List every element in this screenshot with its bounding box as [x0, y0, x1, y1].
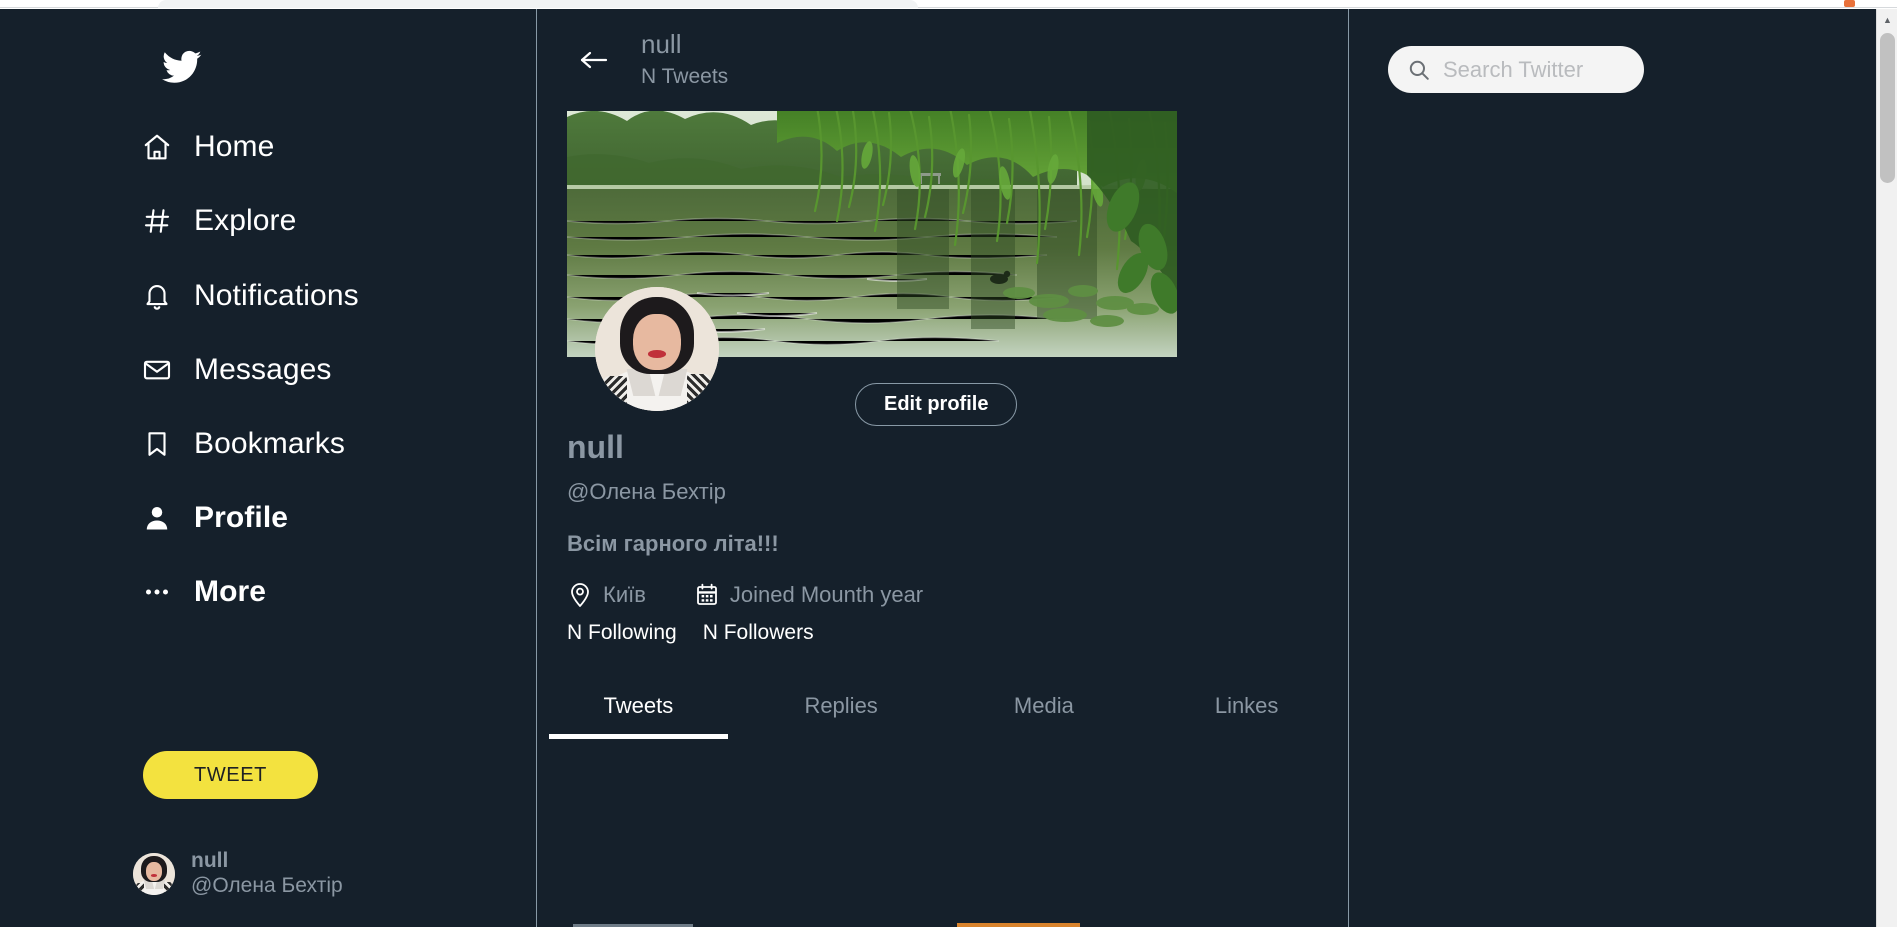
- sidebar-item-label: Messages: [194, 353, 332, 386]
- profile-joined-date: Joined Mounth year: [729, 582, 924, 607]
- scroll-up-arrow-icon[interactable]: ▲: [1877, 9, 1897, 30]
- location-pin-icon: [567, 581, 593, 609]
- account-switcher[interactable]: null @Олена Бехтір: [133, 849, 343, 899]
- browser-chrome-strip: [0, 0, 1897, 8]
- twitter-bird-icon[interactable]: [162, 47, 202, 87]
- sidebar-item-label: Home: [194, 130, 275, 163]
- following-count[interactable]: N Following: [567, 621, 677, 645]
- profile-bio: Всім гарного літа!!!: [567, 531, 779, 556]
- account-handle: @Олена Бехтір: [191, 873, 343, 897]
- sidebar-item-profile[interactable]: Profile: [140, 496, 288, 540]
- arrow-left-icon[interactable]: [579, 47, 609, 73]
- sidebar-item-explore[interactable]: Explore: [140, 199, 296, 243]
- search-icon: [1408, 59, 1430, 81]
- profile-location: Київ: [603, 582, 646, 607]
- account-name: null: [191, 849, 229, 872]
- edit-profile-button[interactable]: Edit profile: [855, 383, 1018, 426]
- sidebar-item-label: More: [194, 575, 267, 608]
- envelope-icon: [140, 353, 174, 387]
- home-icon: [140, 130, 174, 164]
- search-bar[interactable]: [1388, 46, 1644, 93]
- tab-media[interactable]: Media: [943, 681, 1146, 739]
- sidebar-item-messages[interactable]: Messages: [140, 348, 332, 392]
- tab-replies[interactable]: Replies: [740, 681, 943, 739]
- search-input[interactable]: [1443, 56, 1624, 83]
- twitter-app: Home Explore Notifications Messages Book…: [0, 9, 1876, 927]
- sidebar-item-bookmarks[interactable]: Bookmarks: [140, 422, 345, 466]
- ellipsis-icon: [140, 575, 174, 609]
- scrollbar-thumb[interactable]: [1880, 33, 1895, 183]
- below-fold-orange-strip: [957, 923, 1080, 927]
- browser-tab[interactable]: [158, 0, 918, 8]
- sidebar-item-label: Notifications: [194, 279, 359, 312]
- page-scrollbar[interactable]: ▲: [1876, 9, 1897, 927]
- account-text: null @Олена Бехтір: [191, 849, 343, 899]
- browser-indicator-icon: [1844, 0, 1855, 7]
- sidebar-item-home[interactable]: Home: [140, 125, 274, 169]
- calendar-icon: [694, 581, 720, 609]
- avatar: [133, 852, 175, 895]
- tweet-button[interactable]: TWEET: [143, 751, 318, 799]
- bell-icon: [140, 279, 174, 313]
- column-header: null N Tweets: [537, 9, 1348, 111]
- profile-handle: @Олена Бехтір: [567, 479, 726, 504]
- followers-count[interactable]: N Followers: [703, 621, 814, 645]
- tab-linkes[interactable]: Linkes: [1145, 681, 1348, 739]
- sidebar-item-notifications[interactable]: Notifications: [140, 274, 359, 318]
- page-title: null: [641, 29, 682, 59]
- profile-tabs: Tweets Replies Media Linkes: [537, 681, 1348, 739]
- left-sidebar: Home Explore Notifications Messages Book…: [0, 9, 536, 927]
- sidebar-item-label: Profile: [194, 501, 289, 534]
- profile-display-name: null: [567, 429, 624, 465]
- hashtag-icon: [140, 204, 174, 238]
- sidebar-item-label: Bookmarks: [194, 427, 345, 460]
- profile-column: null N Tweets Edit profile null @Олена Б…: [536, 9, 1349, 927]
- bookmark-icon: [140, 427, 174, 461]
- tab-tweets[interactable]: Tweets: [537, 681, 740, 739]
- person-icon: [140, 501, 174, 535]
- sidebar-item-more[interactable]: More: [140, 570, 266, 614]
- profile-meta-row: Київ Joined Mounth year: [567, 581, 923, 609]
- sidebar-item-label: Explore: [194, 204, 297, 237]
- tweet-count: N Tweets: [641, 65, 729, 88]
- profile-stats-row: N Following N Followers: [567, 621, 814, 645]
- profile-avatar-image[interactable]: [595, 287, 719, 411]
